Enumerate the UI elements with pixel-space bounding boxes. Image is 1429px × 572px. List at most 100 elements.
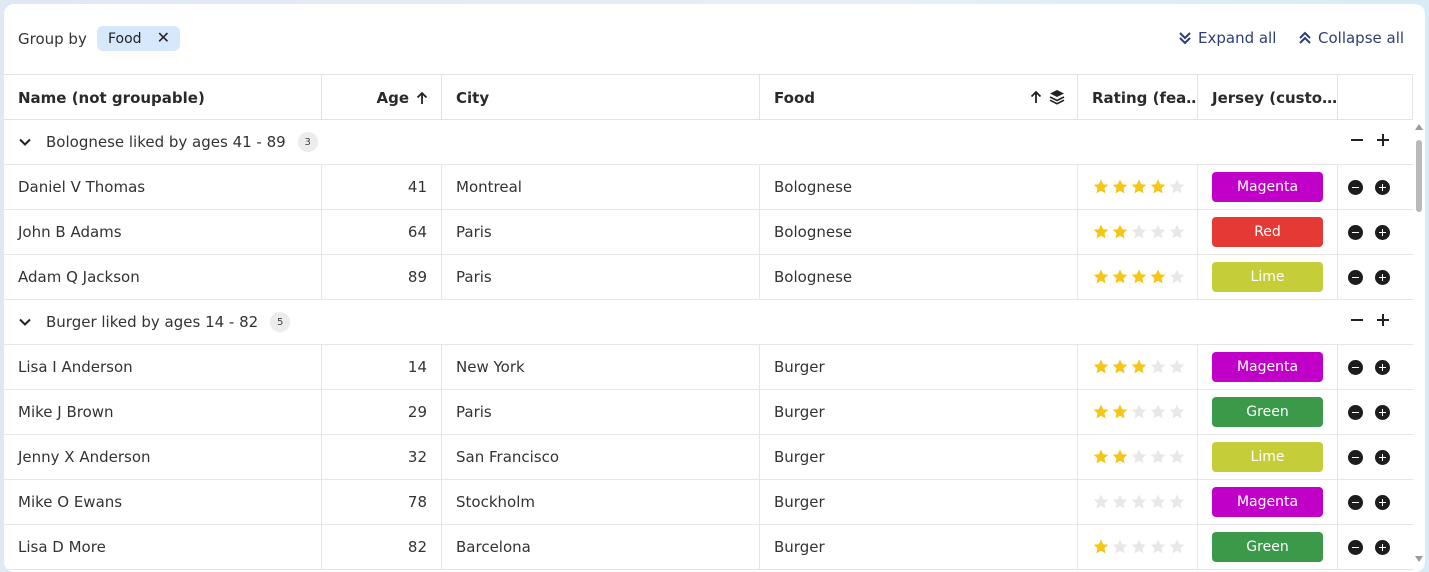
plus-circle-icon[interactable] bbox=[1375, 404, 1390, 420]
cell-city[interactable]: Barcelona bbox=[442, 525, 760, 569]
star-rating[interactable] bbox=[1092, 493, 1186, 511]
cell-rating[interactable] bbox=[1078, 210, 1198, 254]
vertical-scrollbar[interactable] bbox=[1413, 120, 1425, 572]
sort-ascending-icon[interactable] bbox=[1029, 90, 1043, 104]
cell-jersey[interactable]: Red bbox=[1198, 210, 1338, 254]
star-empty-icon[interactable] bbox=[1149, 358, 1167, 376]
cell-name[interactable]: Adam Q Jackson bbox=[4, 255, 322, 299]
cell-jersey[interactable]: Magenta bbox=[1198, 480, 1338, 524]
cell-age[interactable]: 41 bbox=[322, 165, 442, 209]
star-filled-icon[interactable] bbox=[1111, 178, 1129, 196]
cell-food[interactable]: Burger bbox=[760, 525, 1078, 569]
star-empty-icon[interactable] bbox=[1168, 403, 1186, 421]
cell-name[interactable]: John B Adams bbox=[4, 210, 322, 254]
minus-circle-icon[interactable] bbox=[1348, 494, 1363, 510]
minus-circle-icon[interactable] bbox=[1348, 449, 1363, 465]
jersey-badge[interactable]: Red bbox=[1212, 217, 1323, 247]
cell-rating[interactable] bbox=[1078, 480, 1198, 524]
cell-age[interactable]: 89 bbox=[322, 255, 442, 299]
minus-icon[interactable] bbox=[1350, 313, 1364, 327]
star-filled-icon[interactable] bbox=[1092, 268, 1110, 286]
cell-name[interactable]: Daniel V Thomas bbox=[4, 165, 322, 209]
group-row[interactable]: Bolognese liked by ages 41 - 89 3 bbox=[4, 120, 1413, 165]
cell-food[interactable]: Burger bbox=[760, 435, 1078, 479]
cell-age[interactable]: 29 bbox=[322, 390, 442, 434]
star-empty-icon[interactable] bbox=[1130, 448, 1148, 466]
plus-circle-icon[interactable] bbox=[1375, 359, 1390, 375]
column-header-rating[interactable]: Rating (fea… bbox=[1078, 75, 1198, 120]
cell-city[interactable]: Montreal bbox=[442, 165, 760, 209]
star-filled-icon[interactable] bbox=[1111, 403, 1129, 421]
column-header-jersey[interactable]: Jersey (custo… bbox=[1198, 75, 1338, 120]
minus-circle-icon[interactable] bbox=[1348, 179, 1363, 195]
star-filled-icon[interactable] bbox=[1130, 178, 1148, 196]
star-filled-icon[interactable] bbox=[1092, 448, 1110, 466]
cell-jersey[interactable]: Magenta bbox=[1198, 345, 1338, 389]
collapse-all-button[interactable]: Collapse all bbox=[1297, 29, 1404, 47]
cell-age[interactable]: 82 bbox=[322, 525, 442, 569]
jersey-badge[interactable]: Magenta bbox=[1212, 487, 1323, 517]
jersey-badge[interactable]: Lime bbox=[1212, 442, 1323, 472]
plus-circle-icon[interactable] bbox=[1375, 494, 1390, 510]
star-empty-icon[interactable] bbox=[1149, 223, 1167, 241]
cell-name[interactable]: Lisa I Anderson bbox=[4, 345, 322, 389]
cell-jersey[interactable]: Green bbox=[1198, 390, 1338, 434]
star-filled-icon[interactable] bbox=[1111, 223, 1129, 241]
column-header-food[interactable]: Food bbox=[760, 75, 1078, 120]
cell-city[interactable]: Stockholm bbox=[442, 480, 760, 524]
star-empty-icon[interactable] bbox=[1111, 538, 1129, 556]
column-header-name[interactable]: Name (not groupable) bbox=[4, 75, 322, 120]
star-empty-icon[interactable] bbox=[1130, 538, 1148, 556]
jersey-badge[interactable]: Green bbox=[1212, 532, 1323, 562]
group-chip-food[interactable]: Food ✕ bbox=[97, 26, 180, 51]
cell-rating[interactable] bbox=[1078, 390, 1198, 434]
cell-rating[interactable] bbox=[1078, 255, 1198, 299]
cell-jersey[interactable]: Lime bbox=[1198, 255, 1338, 299]
plus-circle-icon[interactable] bbox=[1375, 449, 1390, 465]
cell-age[interactable]: 32 bbox=[322, 435, 442, 479]
star-filled-icon[interactable] bbox=[1111, 358, 1129, 376]
plus-icon[interactable] bbox=[1376, 313, 1390, 327]
cell-jersey[interactable]: Magenta bbox=[1198, 165, 1338, 209]
jersey-badge[interactable]: Magenta bbox=[1212, 172, 1323, 202]
cell-city[interactable]: Paris bbox=[442, 210, 760, 254]
cell-city[interactable]: Paris bbox=[442, 390, 760, 434]
cell-food[interactable]: Burger bbox=[760, 345, 1078, 389]
cell-city[interactable]: San Francisco bbox=[442, 435, 760, 479]
jersey-badge[interactable]: Lime bbox=[1212, 262, 1323, 292]
star-rating[interactable] bbox=[1092, 268, 1186, 286]
group-row[interactable]: Burger liked by ages 14 - 82 5 bbox=[4, 300, 1413, 345]
cell-name[interactable]: Lisa D More bbox=[4, 525, 322, 569]
table-row[interactable]: Jenny X Anderson 32 San Francisco Burger Lim… bbox=[4, 435, 1413, 480]
star-filled-icon[interactable] bbox=[1092, 403, 1110, 421]
cell-food[interactable]: Burger bbox=[760, 390, 1078, 434]
table-row[interactable]: Adam Q Jackson 89 Paris Bolognese Lime bbox=[4, 255, 1413, 300]
star-filled-icon[interactable] bbox=[1149, 178, 1167, 196]
star-empty-icon[interactable] bbox=[1130, 493, 1148, 511]
star-empty-icon[interactable] bbox=[1149, 448, 1167, 466]
plus-circle-icon[interactable] bbox=[1375, 539, 1390, 555]
cell-name[interactable]: Mike J Brown bbox=[4, 390, 322, 434]
plus-icon[interactable] bbox=[1376, 133, 1390, 147]
star-empty-icon[interactable] bbox=[1130, 223, 1148, 241]
minus-circle-icon[interactable] bbox=[1348, 269, 1363, 285]
star-empty-icon[interactable] bbox=[1168, 448, 1186, 466]
star-rating[interactable] bbox=[1092, 358, 1186, 376]
star-filled-icon[interactable] bbox=[1130, 268, 1148, 286]
cell-age[interactable]: 64 bbox=[322, 210, 442, 254]
star-filled-icon[interactable] bbox=[1149, 268, 1167, 286]
expand-all-button[interactable]: Expand all bbox=[1177, 29, 1276, 47]
star-empty-icon[interactable] bbox=[1149, 493, 1167, 511]
plus-circle-icon[interactable] bbox=[1375, 269, 1390, 285]
cell-city[interactable]: New York bbox=[442, 345, 760, 389]
column-header-age[interactable]: Age bbox=[322, 75, 442, 120]
star-empty-icon[interactable] bbox=[1168, 178, 1186, 196]
star-empty-icon[interactable] bbox=[1149, 403, 1167, 421]
minus-circle-icon[interactable] bbox=[1348, 359, 1363, 375]
minus-icon[interactable] bbox=[1350, 133, 1364, 147]
cell-age[interactable]: 78 bbox=[322, 480, 442, 524]
star-filled-icon[interactable] bbox=[1092, 223, 1110, 241]
table-row[interactable]: Mike J Brown 29 Paris Burger Green bbox=[4, 390, 1413, 435]
sort-ascending-icon[interactable] bbox=[415, 91, 429, 105]
layers-icon[interactable] bbox=[1049, 89, 1065, 105]
